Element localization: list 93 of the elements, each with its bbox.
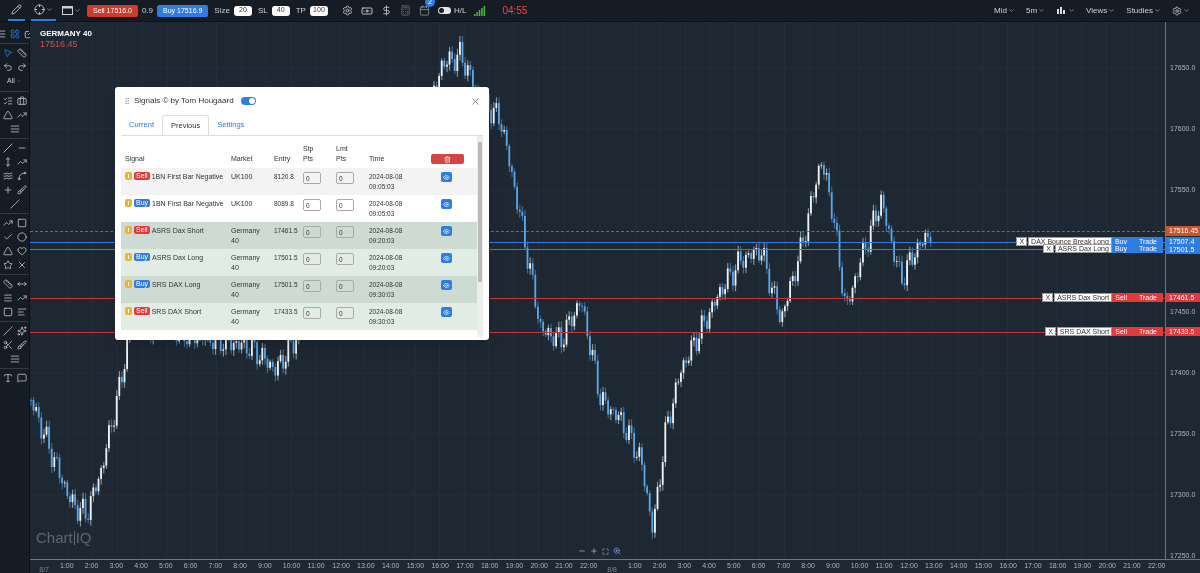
grid-icon[interactable] xyxy=(9,29,20,39)
zoom-in-icon[interactable] xyxy=(590,547,598,555)
symbol-price: 17516.45 xyxy=(40,39,79,49)
eye-icon xyxy=(443,200,450,208)
countdown-timer: 04:55 xyxy=(502,4,528,18)
box-icon[interactable] xyxy=(2,306,13,317)
briefcase-icon[interactable] xyxy=(16,95,27,106)
field-label: TP xyxy=(295,4,306,17)
pen-line-icon[interactable] xyxy=(2,325,13,336)
trash-icon xyxy=(444,155,451,163)
chevron-icon xyxy=(46,6,53,13)
curve-icon[interactable] xyxy=(16,170,27,181)
settings-menu[interactable] xyxy=(1172,5,1190,16)
dropdown-menu[interactable]: Studies xyxy=(1126,4,1161,17)
lines-icon[interactable] xyxy=(9,123,20,134)
drag-handle-icon[interactable] xyxy=(123,97,131,105)
chevron-icon xyxy=(1154,7,1161,14)
logo: Chart IQ xyxy=(36,527,92,548)
chart-type-button[interactable] xyxy=(62,6,81,15)
brush-icon[interactable] xyxy=(16,184,27,195)
eye-icon xyxy=(443,173,450,181)
undo-icon[interactable] xyxy=(2,62,13,72)
chevron-icon xyxy=(1183,7,1190,14)
align-icon[interactable] xyxy=(16,306,27,317)
ray-icon[interactable] xyxy=(9,198,20,209)
symbol-name: GERMANY 40 xyxy=(40,29,92,39)
text-icon[interactable] xyxy=(2,372,13,383)
chevron-icon xyxy=(74,7,81,14)
diagonal-line-icon[interactable] xyxy=(2,142,13,153)
info-badge-icon xyxy=(125,280,132,288)
eye-icon xyxy=(443,254,450,262)
triangle-icon[interactable] xyxy=(2,245,13,256)
eye-icon xyxy=(443,308,450,316)
checklist-icon[interactable] xyxy=(2,95,13,106)
ellipse-icon[interactable] xyxy=(16,231,27,242)
chart-style-menu[interactable] xyxy=(1056,5,1076,16)
cursor-icon[interactable] xyxy=(2,48,13,58)
sparkle-icon[interactable] xyxy=(16,325,27,336)
delete-all-button[interactable] xyxy=(431,154,464,164)
chart-window-icon xyxy=(62,6,73,15)
magnifier-icon[interactable] xyxy=(613,547,621,555)
crosshair-icon xyxy=(34,4,45,15)
pencil-icon xyxy=(11,4,22,15)
dropdown-menu[interactable]: Mid xyxy=(994,4,1015,17)
toggle-switch[interactable] xyxy=(240,97,256,105)
scissors-icon[interactable] xyxy=(2,339,13,350)
info-badge-icon xyxy=(125,307,132,315)
info-badge-icon xyxy=(125,226,132,234)
paint-icon[interactable] xyxy=(16,339,27,350)
toggle-label: H/L xyxy=(453,4,467,17)
calendar-icon[interactable] xyxy=(418,5,430,16)
toggle-switch[interactable] xyxy=(437,7,451,14)
cross-icon[interactable] xyxy=(16,259,27,270)
dollar-icon[interactable] xyxy=(380,5,392,16)
comment-icon[interactable] xyxy=(16,372,27,383)
chevron-icon xyxy=(1038,7,1046,14)
check-icon[interactable] xyxy=(2,231,13,242)
field-label: SL xyxy=(257,4,268,17)
dropdown-menu[interactable]: 5m xyxy=(1026,4,1046,17)
redo-icon[interactable] xyxy=(16,62,27,72)
signal-bars-icon xyxy=(474,5,487,16)
dropdown-menu[interactable]: Views xyxy=(1086,4,1116,17)
trend-icon[interactable] xyxy=(16,109,27,120)
settings-icon[interactable] xyxy=(341,5,353,16)
info-badge-icon xyxy=(125,199,132,207)
wave-icon[interactable] xyxy=(2,170,13,181)
star-icon[interactable] xyxy=(2,259,13,270)
ramp-icon[interactable] xyxy=(16,292,27,303)
view-button[interactable] xyxy=(441,199,452,209)
field-label: Size xyxy=(214,4,230,17)
plus-icon[interactable] xyxy=(2,184,13,195)
close-icon[interactable] xyxy=(470,95,481,107)
trend-line-icon[interactable] xyxy=(16,156,27,167)
bars-icon[interactable] xyxy=(9,353,20,364)
info-badge-icon xyxy=(125,172,132,180)
settings-icon xyxy=(1172,5,1182,16)
parallel-lines-icon[interactable] xyxy=(2,292,13,303)
chevron-icon xyxy=(1008,7,1015,14)
chevron-icon xyxy=(1108,7,1116,14)
triangle-icon[interactable] xyxy=(2,109,13,120)
banknote-icon[interactable] xyxy=(360,4,373,17)
chevron-icon xyxy=(1068,7,1076,14)
eye-icon xyxy=(443,227,450,235)
spread-value: 0.9 xyxy=(141,4,154,17)
eye-icon xyxy=(443,281,450,289)
rectangle-icon[interactable] xyxy=(16,217,27,228)
chevron-icon xyxy=(15,78,22,85)
ruler-icon[interactable] xyxy=(16,48,27,58)
arrow-line-icon[interactable] xyxy=(2,217,13,228)
measure-icon[interactable] xyxy=(2,278,13,289)
heart-icon[interactable] xyxy=(16,245,27,256)
info-badge-icon xyxy=(125,253,132,261)
dialog-title: Signals © by Tom Hougaard xyxy=(134,95,234,107)
